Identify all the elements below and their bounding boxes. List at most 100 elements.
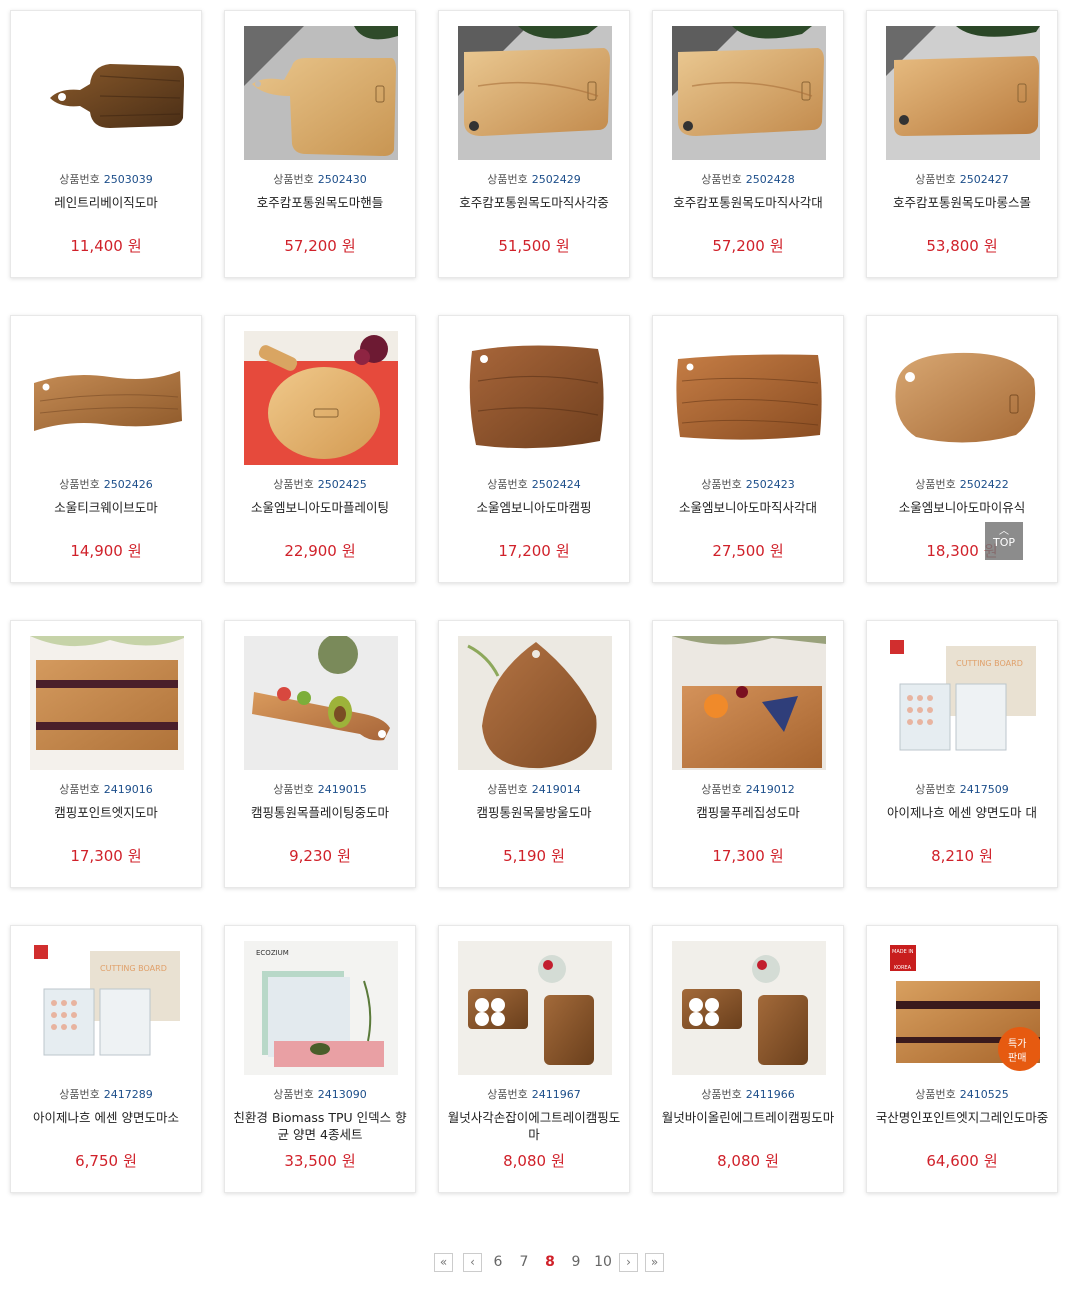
product-name[interactable]: 호주캄포통원목도마롱스몰 xyxy=(873,194,1051,211)
product-code: 상품번호 2411967 xyxy=(439,1086,629,1102)
product-image[interactable] xyxy=(886,331,1040,465)
product-code-number: 2502429 xyxy=(531,173,581,186)
product-code-number: 2410525 xyxy=(959,1088,1009,1101)
product-card[interactable]: CUTTING BOARD 상품번호 2417509 아이제나흐 에센 양면도마 대 8… xyxy=(866,620,1058,888)
product-name[interactable]: 월넛바이올린에그트레이캠핑도마 xyxy=(659,1109,837,1126)
page-link-6[interactable]: 6 xyxy=(489,1254,507,1270)
product-name[interactable]: 소울엠보니아도마이유식 xyxy=(873,499,1051,516)
price-value: 17,200 xyxy=(498,542,551,560)
product-name[interactable]: 캠핑통원목플레이팅중도마 xyxy=(231,804,409,821)
product-image[interactable] xyxy=(244,26,398,160)
product-image[interactable] xyxy=(244,636,398,770)
product-image[interactable] xyxy=(672,636,826,770)
product-card[interactable]: 상품번호 2411967 월넛사각손잡이에그트레이캠핑도마 8,080 원 xyxy=(438,925,630,1193)
product-name[interactable]: 월넛사각손잡이에그트레이캠핑도마 xyxy=(445,1109,623,1143)
product-image[interactable] xyxy=(30,636,184,770)
product-price: 6,750 원 xyxy=(11,1150,201,1171)
scroll-top-button[interactable]: ︿ TOP xyxy=(985,522,1023,560)
product-name[interactable]: 아이제나흐 에센 양면도마 대 xyxy=(873,804,1051,821)
product-card[interactable]: 상품번호 2419015 캠핑통원목플레이팅중도마 9,230 원 xyxy=(224,620,416,888)
product-image[interactable] xyxy=(244,331,398,465)
product-card[interactable]: 상품번호 2503039 레인트리베이직도마 11,400 원 xyxy=(10,10,202,278)
product-name[interactable]: 레인트리베이직도마 xyxy=(17,194,195,211)
price-currency: 원 xyxy=(765,1152,779,1170)
product-card[interactable]: 상품번호 2502424 소울엠보니아도마캠핑 17,200 원 xyxy=(438,315,630,583)
product-image[interactable]: MADE IN KOREA 특가 판매 xyxy=(886,941,1040,1075)
product-image[interactable] xyxy=(886,26,1040,160)
product-card[interactable]: 상품번호 2411966 월넛바이올린에그트레이캠핑도마 8,080 원 xyxy=(652,925,844,1193)
first-page-button[interactable]: « xyxy=(434,1253,453,1272)
product-code: 상품번호 2502427 xyxy=(867,171,1057,187)
product-code-label: 상품번호 xyxy=(59,478,100,491)
price-value: 27,500 xyxy=(712,542,765,560)
price-value: 8,210 xyxy=(931,847,975,865)
product-name[interactable]: 아이제나흐 에센 양면도마소 xyxy=(17,1109,195,1126)
product-name[interactable]: 친환경 Biomass TPU 인덱스 향균 양면 4종세트 xyxy=(231,1109,409,1143)
product-card[interactable]: ECOZIUM 상품번호 2413090 친환경 Biomass TPU 인덱스 향균… xyxy=(224,925,416,1193)
svg-text:CUTTING BOARD: CUTTING BOARD xyxy=(956,659,1023,668)
product-image[interactable] xyxy=(458,941,612,1075)
product-image[interactable] xyxy=(458,331,612,465)
product-code-number: 2419016 xyxy=(103,783,153,796)
product-code-number: 2502430 xyxy=(317,173,367,186)
product-code-number: 2502427 xyxy=(959,173,1009,186)
product-card[interactable]: 상품번호 2502426 소울티크웨이브도마 14,900 원 xyxy=(10,315,202,583)
page-link-7[interactable]: 7 xyxy=(515,1254,533,1270)
product-code: 상품번호 2502428 xyxy=(653,171,843,187)
product-card[interactable]: 상품번호2502422 소울엠보니아도마이유식 18,300원 xyxy=(866,315,1058,583)
product-image[interactable]: CUTTING BOARD xyxy=(886,636,1040,770)
product-name[interactable]: 캠핑통원목물방울도마 xyxy=(445,804,623,821)
product-name[interactable]: 소울티크웨이브도마 xyxy=(17,499,195,516)
last-page-button[interactable]: » xyxy=(645,1253,664,1272)
product-card[interactable]: CUTTING BOARD 상품번호 2417289 아이제나흐 에센 양면도마소 6,… xyxy=(10,925,202,1193)
product-image[interactable]: ECOZIUM xyxy=(244,941,398,1075)
product-name[interactable]: 캠핑포인트엣지도마 xyxy=(17,804,195,821)
product-name[interactable]: 국산명인포인트엣지그레인도마중 xyxy=(873,1109,1051,1126)
product-card[interactable]: 상품번호 2419014 캠핑통원목물방울도마 5,190 원 xyxy=(438,620,630,888)
product-card[interactable]: 상품번호 2502425 소울엠보니아도마플레이팅 22,900 원 xyxy=(224,315,416,583)
price-currency: 원 xyxy=(341,542,356,560)
product-image[interactable] xyxy=(30,26,184,160)
page-link-9[interactable]: 9 xyxy=(567,1254,585,1270)
product-image[interactable]: CUTTING BOARD xyxy=(30,941,184,1075)
product-card[interactable]: 상품번호 2419012 캠핑물푸레집성도마 17,300 원 xyxy=(652,620,844,888)
price-value: 57,200 xyxy=(712,237,765,255)
next-page-button[interactable]: › xyxy=(619,1253,638,1272)
product-name[interactable]: 호주캄포통원목도마직사각중 xyxy=(445,194,623,211)
product-image[interactable] xyxy=(672,331,826,465)
product-card[interactable]: 상품번호 2502427 호주캄포통원목도마롱스몰 53,800 원 xyxy=(866,10,1058,278)
product-image[interactable] xyxy=(672,941,826,1075)
product-name[interactable]: 소울엠보니아도마직사각대 xyxy=(659,499,837,516)
product-name[interactable]: 소울엠보니아도마플레이팅 xyxy=(231,499,409,516)
product-price: 14,900 원 xyxy=(11,540,201,561)
product-image[interactable] xyxy=(30,331,184,465)
product-card[interactable]: 상품번호 2502429 호주캄포통원목도마직사각중 51,500 원 xyxy=(438,10,630,278)
product-code: 상품번호 2502429 xyxy=(439,171,629,187)
product-code-number: 2417509 xyxy=(959,783,1009,796)
product-price: 17,300 원 xyxy=(653,845,843,866)
product-name[interactable]: 호주캄포통원목도마직사각대 xyxy=(659,194,837,211)
product-name[interactable]: 캠핑물푸레집성도마 xyxy=(659,804,837,821)
product-card[interactable]: 상품번호 2502428 호주캄포통원목도마직사각대 57,200 원 xyxy=(652,10,844,278)
product-image[interactable] xyxy=(672,26,826,160)
product-image[interactable] xyxy=(458,636,612,770)
product-code: 상품번호 2413090 xyxy=(225,1086,415,1102)
page-link-10[interactable]: 10 xyxy=(593,1254,613,1270)
product-name[interactable]: 호주캄포통원목도마핸들 xyxy=(231,194,409,211)
page-link-8-current[interactable]: 8 xyxy=(541,1254,559,1270)
prev-page-button[interactable]: ‹ xyxy=(463,1253,482,1272)
price-currency: 원 xyxy=(551,847,565,865)
product-card[interactable]: MADE IN KOREA 특가 판매 상품번호 2410525 국산명인포인트엣지그레인도… xyxy=(866,925,1058,1193)
product-card[interactable]: 상품번호 2419016 캠핑포인트엣지도마 17,300 원 xyxy=(10,620,202,888)
price-currency: 원 xyxy=(983,237,998,255)
price-value: 9,230 xyxy=(289,847,333,865)
svg-text:ECOZIUM: ECOZIUM xyxy=(256,949,289,957)
product-card[interactable]: 상품번호 2502423 소울엠보니아도마직사각대 27,500 원 xyxy=(652,315,844,583)
product-card[interactable]: 상품번호 2502430 호주캄포통원목도마핸들 57,200 원 xyxy=(224,10,416,278)
price-currency: 원 xyxy=(127,847,142,865)
chevron-up-icon: ︿ xyxy=(999,526,1009,537)
product-name[interactable]: 소울엠보니아도마캠핑 xyxy=(445,499,623,516)
product-image[interactable] xyxy=(458,26,612,160)
price-value: 33,500 xyxy=(284,1152,337,1170)
price-value: 6,750 xyxy=(75,1152,119,1170)
